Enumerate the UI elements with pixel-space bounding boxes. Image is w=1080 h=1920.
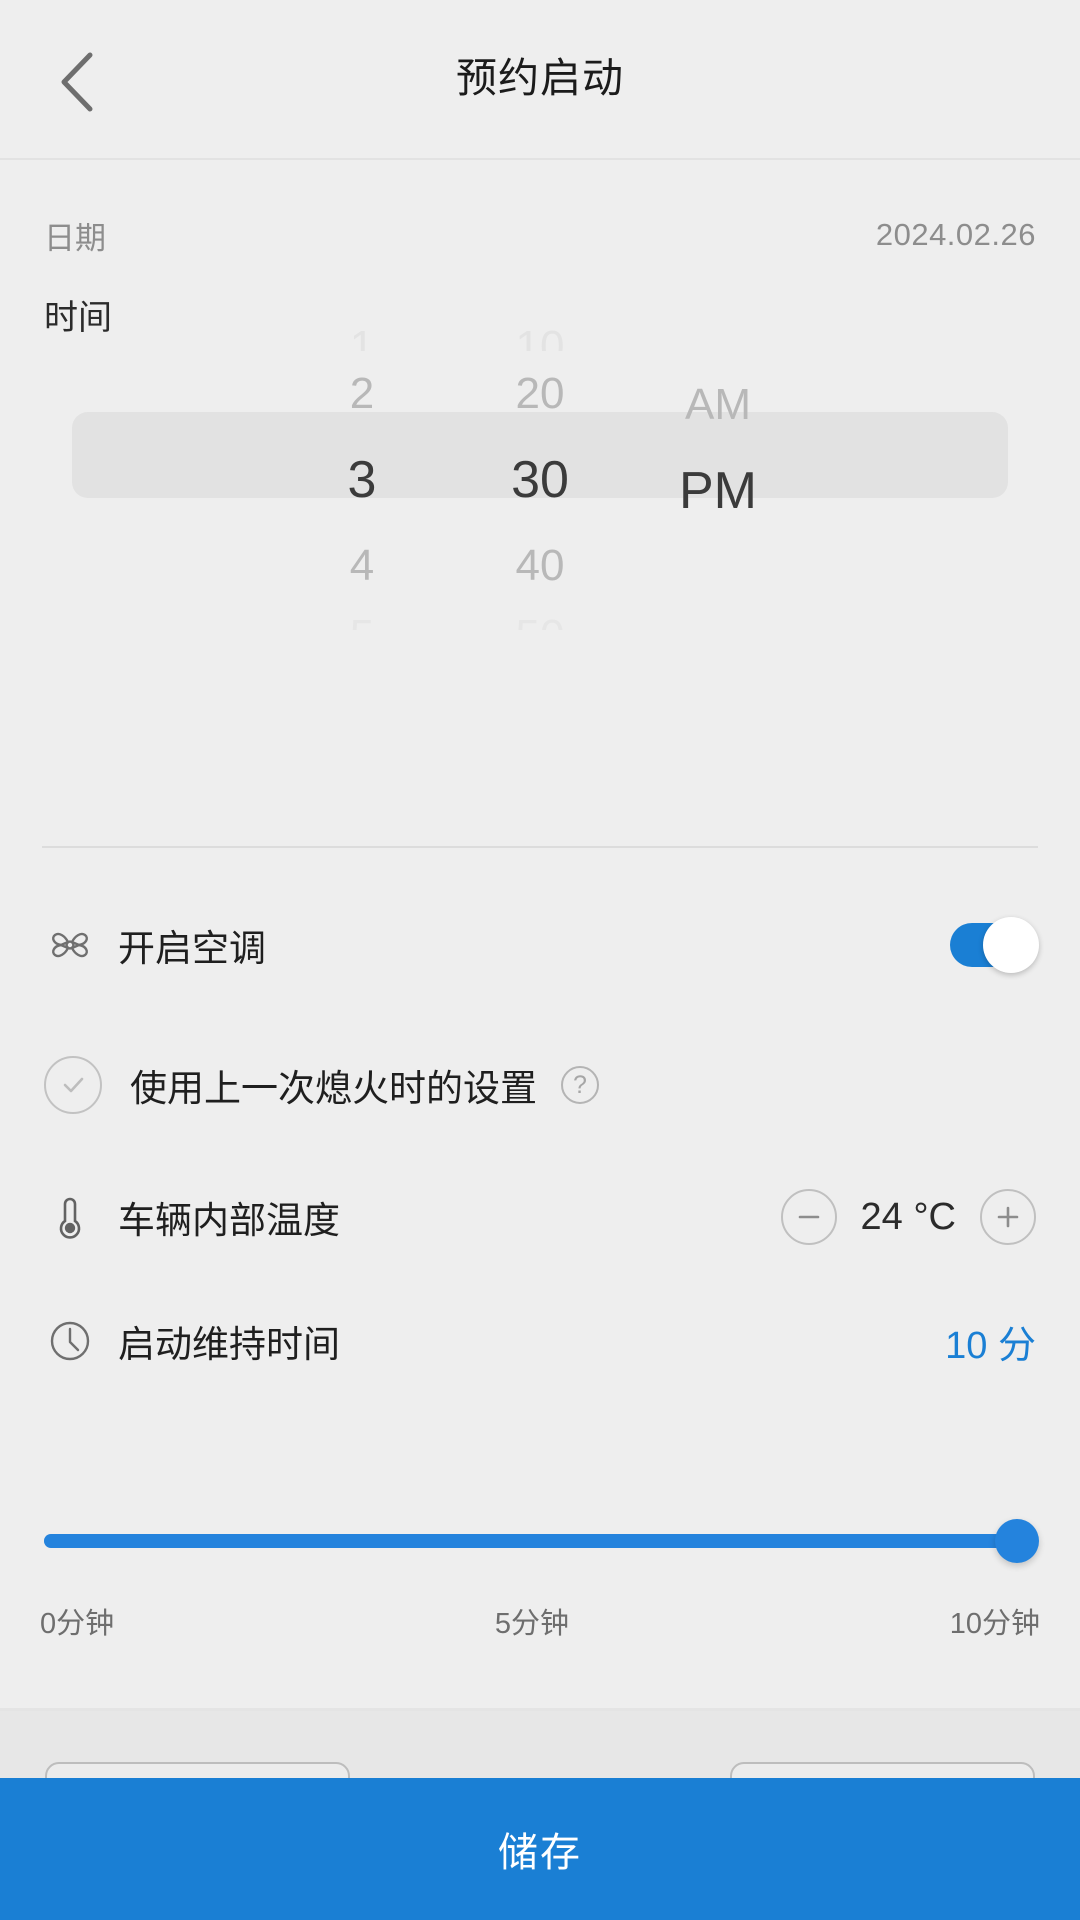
picker-item-meridiem-faint-above[interactable]	[642, 330, 794, 362]
picker-item-minute-faint-above[interactable]: 10	[464, 330, 616, 351]
date-label: 日期	[44, 220, 106, 256]
question-mark-icon[interactable]: ?	[561, 1066, 599, 1104]
slider-thumb[interactable]	[995, 1519, 1039, 1563]
picker-item-hour-above[interactable]: 2	[286, 351, 438, 437]
picker-column-hour[interactable]: 1 2 3 4 5	[286, 330, 438, 630]
duration-slider[interactable]	[44, 1512, 1039, 1572]
picker-item-meridiem-below[interactable]	[642, 534, 794, 597]
save-button[interactable]: 储存	[0, 1778, 1080, 1920]
slider-fill	[44, 1534, 1036, 1548]
temperature-value: 24 °C	[860, 1195, 956, 1238]
picker-item-hour-faint-above[interactable]: 1	[286, 330, 438, 351]
temperature-row: 车辆内部温度 24 °C	[0, 1172, 1080, 1262]
picker-item-hour-faint-below[interactable]: 5	[286, 609, 438, 630]
picker-item-meridiem-faint-below[interactable]	[642, 598, 794, 630]
picker-item-hour-below[interactable]: 4	[286, 523, 438, 609]
duration-row: 启动维持时间 10 分	[0, 1296, 1080, 1386]
clock-icon	[44, 1315, 96, 1367]
slider-scale-labels: 0分钟 5分钟 10分钟	[40, 1600, 1040, 1642]
use-last-settings-row[interactable]: 使用上一次熄火时的设置 ?	[0, 1040, 1080, 1130]
slider-label-min: 0分钟	[40, 1608, 115, 1640]
picker-item-meridiem-above[interactable]: AM	[642, 362, 794, 448]
slider-label-max: 10分钟	[949, 1608, 1040, 1640]
fan-icon	[44, 919, 96, 971]
picker-item-minute-above[interactable]: 20	[464, 351, 616, 437]
picker-item-minute-faint-below[interactable]: 50	[464, 609, 616, 630]
picker-column-minute[interactable]: 10 20 30 40 50	[464, 330, 616, 630]
date-row: 日期 2024.02.26	[0, 205, 1080, 265]
thermometer-icon	[44, 1191, 96, 1243]
page-title: 预约启动	[456, 55, 624, 101]
slider-label-mid: 5分钟	[494, 1608, 569, 1640]
section-divider	[42, 846, 1038, 848]
appointment-start-screen: 预约启动 日期 2024.02.26 时间 1 2 3 4 5 10 20 30…	[0, 0, 1080, 1920]
toggle-knob	[983, 917, 1039, 973]
picker-item-minute-below[interactable]: 40	[464, 523, 616, 609]
time-picker[interactable]: 1 2 3 4 5 10 20 30 40 50 AM PM	[0, 330, 1080, 630]
ac-toggle-switch[interactable]	[950, 917, 1039, 973]
temperature-row-label: 车辆内部温度	[118, 1200, 340, 1241]
picker-item-minute-selected[interactable]: 30	[464, 437, 616, 523]
ac-toggle-row: 开启空调	[0, 900, 1080, 990]
picker-item-hour-selected[interactable]: 3	[286, 437, 438, 523]
ac-row-label: 开启空调	[118, 928, 266, 969]
duration-row-label: 启动维持时间	[118, 1324, 340, 1365]
use-last-settings-label: 使用上一次熄火时的设置	[130, 1068, 537, 1109]
check-circle-icon[interactable]	[44, 1056, 102, 1114]
save-button-label: 储存	[498, 1831, 582, 1875]
plus-circle-icon[interactable]	[980, 1189, 1036, 1245]
minus-circle-icon[interactable]	[780, 1189, 837, 1245]
picker-item-meridiem-selected[interactable]: PM	[642, 448, 794, 534]
date-value[interactable]: 2024.02.26	[876, 217, 1036, 253]
duration-value: 10 分	[945, 1324, 1036, 1367]
picker-column-meridiem[interactable]: AM PM	[642, 330, 794, 630]
temperature-stepper: 24 °C	[780, 1189, 1036, 1245]
app-header: 预约启动	[0, 0, 1080, 160]
